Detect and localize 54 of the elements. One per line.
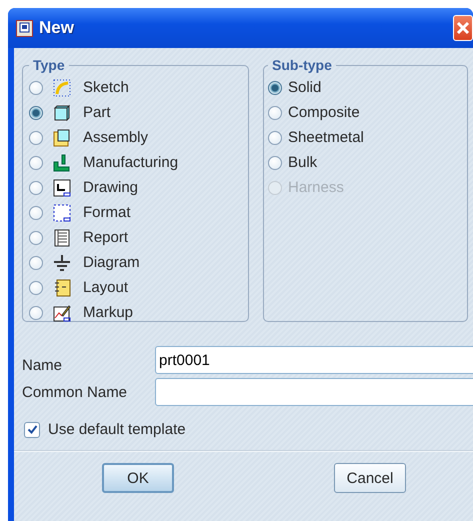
option-label: Sheetmetal xyxy=(288,129,364,146)
ground-symbol-icon xyxy=(53,254,71,272)
option-label: Harness xyxy=(288,179,344,196)
close-icon xyxy=(455,20,471,36)
option-label: Composite xyxy=(288,104,360,121)
input-field[interactable]: prt0001 xyxy=(155,346,473,374)
report-icon xyxy=(53,228,71,246)
radio-button[interactable] xyxy=(268,106,282,120)
radio-button[interactable] xyxy=(29,230,43,244)
sketch-icon xyxy=(53,78,71,96)
close-button[interactable] xyxy=(453,15,473,41)
radio-button[interactable] xyxy=(29,80,43,94)
radio-button[interactable] xyxy=(29,180,43,194)
option-label: Diagram xyxy=(83,254,140,271)
window-icon xyxy=(16,20,33,36)
radio-button[interactable] xyxy=(29,256,43,270)
radio-button[interactable] xyxy=(268,130,282,144)
option-label: Assembly xyxy=(83,129,148,146)
field-label: Name xyxy=(22,357,64,374)
radio-button[interactable] xyxy=(29,130,43,144)
cube-icon xyxy=(53,104,71,122)
cancel-button[interactable]: Cancel xyxy=(334,463,406,493)
option-label: Markup xyxy=(83,304,134,321)
radio-button[interactable] xyxy=(29,156,43,170)
option-label: Solid xyxy=(288,79,322,96)
radio-button[interactable] xyxy=(29,280,43,294)
notebook-icon xyxy=(53,278,71,296)
checkbox-label: Use default template xyxy=(48,421,186,438)
markup-icon xyxy=(53,304,71,322)
option-label: Sketch xyxy=(83,79,129,96)
option-label: Report xyxy=(83,229,128,246)
field-label: Common Name xyxy=(22,384,128,400)
option-label: Drawing xyxy=(83,179,138,196)
option-label: Layout xyxy=(83,279,128,296)
ok-button[interactable]: OK xyxy=(102,463,174,493)
option-label: Part xyxy=(83,104,111,121)
window-title: New xyxy=(39,18,74,38)
radio-button[interactable] xyxy=(29,206,43,220)
radio-button[interactable] xyxy=(29,106,43,120)
option-label: Format xyxy=(83,204,131,221)
radio-button[interactable] xyxy=(29,306,43,320)
group-title: Sub-type xyxy=(271,57,333,73)
format-icon xyxy=(53,204,71,222)
drawing-icon xyxy=(53,178,71,196)
checkbox[interactable] xyxy=(24,422,40,438)
radio-button[interactable] xyxy=(268,156,282,170)
option-label: Manufacturing xyxy=(83,154,178,171)
group-title: Type xyxy=(32,57,66,73)
checkmark-icon xyxy=(26,424,38,435)
option-label: Bulk xyxy=(288,154,318,171)
input-field[interactable] xyxy=(155,378,473,406)
assembly-icon xyxy=(53,128,71,146)
manufacturing-icon xyxy=(53,154,71,172)
radio-button[interactable] xyxy=(268,80,282,94)
